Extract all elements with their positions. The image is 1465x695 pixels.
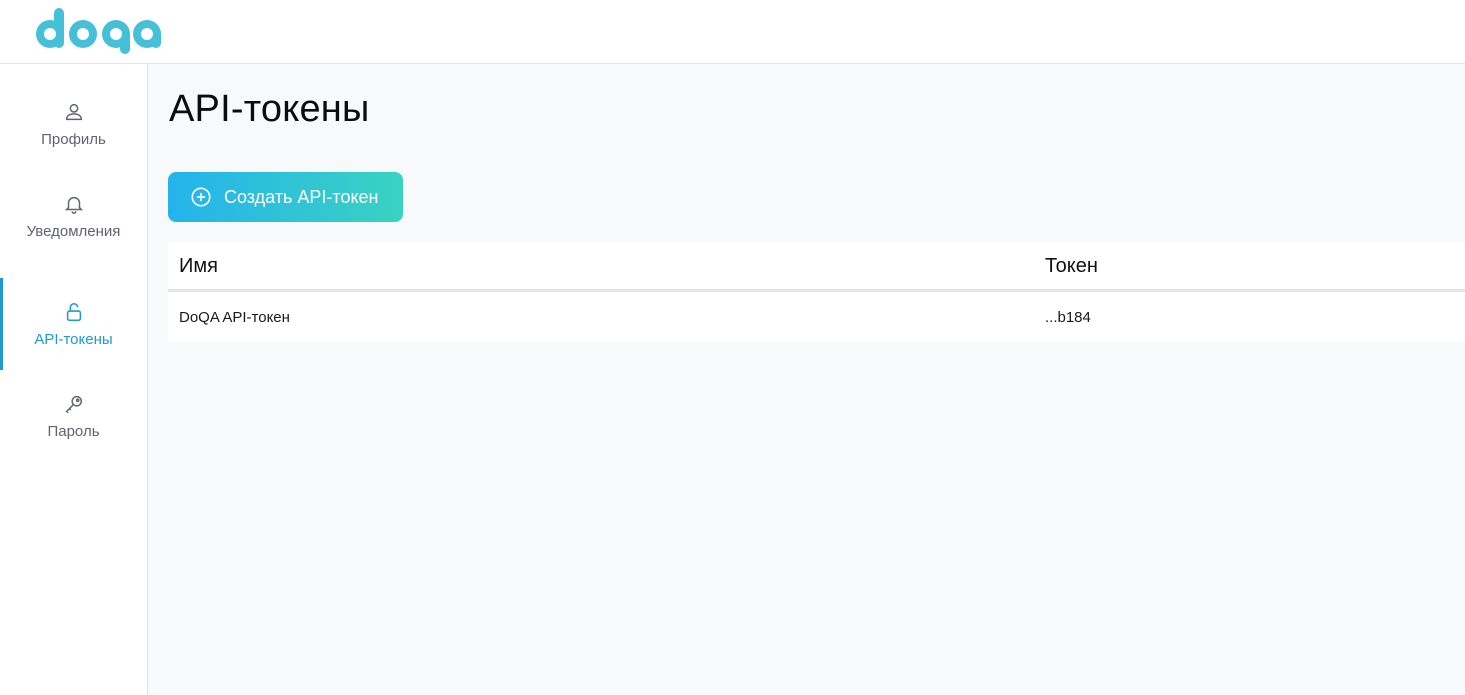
create-api-token-label: Создать API-токен (224, 186, 379, 207)
page-title: API-токены (169, 88, 370, 130)
table-row[interactable]: DoQA API-токен ...b184 (168, 295, 1465, 342)
sidebar-item-password[interactable]: Пароль (0, 370, 147, 462)
key-icon (65, 395, 82, 413)
lock-icon (66, 302, 81, 321)
sidebar-item-profile[interactable]: Профиль (0, 78, 147, 170)
sidebar: Профиль Уведомления API-токены Пароль (0, 64, 148, 695)
column-header-token: Токен (1045, 255, 1098, 277)
sidebar-item-notifications[interactable]: Уведомления (0, 170, 147, 262)
create-api-token-button[interactable]: Создать API-токен (168, 172, 403, 222)
bell-icon (64, 196, 83, 214)
main-content: API-токены Создать API-токен Имя Токен D… (148, 64, 1465, 695)
sidebar-item-api-tokens[interactable]: API-токены (0, 278, 147, 370)
sidebar-item-label: Профиль (41, 130, 106, 148)
sidebar-item-label: Уведомления (26, 222, 121, 240)
sidebar-item-label: API-токены (34, 330, 113, 348)
user-icon (65, 103, 82, 120)
table-header: Имя Токен (168, 242, 1465, 292)
app-header (0, 0, 1465, 64)
api-tokens-table: Имя Токен DoQA API-токен ...b184 (168, 242, 1465, 342)
sidebar-item-label: Пароль (47, 422, 100, 440)
token-name-cell: DoQA API-токен (179, 309, 290, 326)
token-value-cell: ...b184 (1045, 309, 1091, 326)
plus-circle-icon (191, 187, 211, 207)
doqa-logo[interactable] (36, 6, 166, 56)
column-header-name: Имя (179, 255, 218, 277)
